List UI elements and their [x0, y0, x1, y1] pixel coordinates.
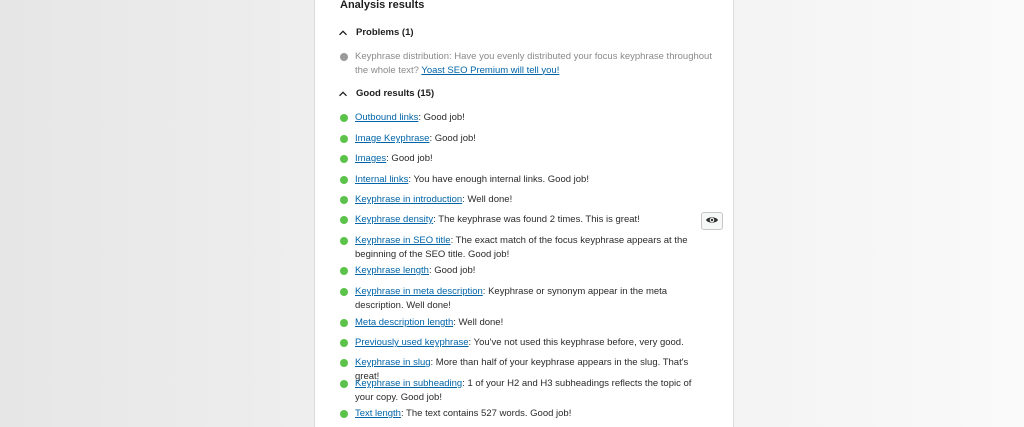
result-text: : The text contains 527 words. Good job! — [400, 408, 572, 419]
result-item: Image Keyphrase: Good job! — [340, 132, 712, 146]
status-dot — [340, 176, 348, 184]
result-link[interactable]: Keyphrase in slug — [355, 357, 431, 368]
result-link[interactable]: Outbound links — [355, 112, 418, 123]
result-item: Meta description length: Well done! — [340, 316, 712, 330]
result-item: Keyphrase in subheading: 1 of your H2 an… — [340, 377, 712, 404]
result-text: : Good job! — [418, 112, 465, 123]
result-link[interactable]: Keyphrase in SEO title — [355, 235, 451, 246]
problems-section-toggle[interactable]: Problems (1) — [338, 27, 414, 39]
result-text: : Good job! — [428, 265, 476, 276]
status-dot — [340, 114, 348, 122]
status-dot — [340, 196, 348, 204]
status-dot — [340, 53, 348, 61]
result-link[interactable]: Keyphrase density — [355, 214, 433, 225]
result-link[interactable]: Meta description length — [355, 317, 453, 328]
result-link[interactable]: Image Keyphrase — [355, 133, 429, 144]
status-dot — [340, 380, 348, 388]
result-item: Keyphrase in introduction: Well done! — [340, 193, 712, 207]
good-results-header: Good results (15) — [356, 88, 435, 99]
chevron-up-icon — [338, 89, 348, 99]
result-item: Outbound links: Good job! — [340, 111, 712, 125]
result-item: Text length: The text contains 527 words… — [340, 407, 712, 421]
status-dot — [340, 359, 348, 367]
result-link[interactable]: Keyphrase length — [355, 265, 429, 276]
result-link[interactable]: Keyphrase in meta description — [355, 286, 483, 297]
status-dot — [340, 339, 348, 347]
status-dot — [340, 216, 348, 224]
chevron-up-icon — [338, 28, 348, 38]
result-item: Keyphrase in meta description: Keyphrase… — [340, 285, 712, 312]
result-link[interactable]: Previously used keyphrase — [355, 337, 469, 348]
highlight-keyphrase-button[interactable] — [701, 212, 723, 230]
status-dot — [340, 155, 348, 163]
result-text: : The keyphrase was found 2 times. This … — [433, 214, 640, 225]
status-dot — [340, 237, 348, 245]
result-link[interactable]: Internal links — [355, 174, 408, 185]
result-item: Images: Good job! — [340, 152, 712, 166]
result-text: : Good job! — [386, 153, 433, 164]
result-item: Previously used keyphrase: You've not us… — [340, 336, 712, 350]
status-dot — [340, 410, 348, 418]
result-item: Keyphrase in SEO title: The exact match … — [340, 234, 712, 261]
result-link[interactable]: Images — [355, 153, 386, 164]
result-link[interactable]: Text length — [355, 408, 401, 419]
result-item: Keyphrase length: Good job! — [340, 264, 712, 278]
status-dot — [340, 319, 348, 327]
result-text: : Well done! — [462, 194, 513, 205]
panel-title: Analysis results — [340, 0, 425, 11]
result-text: : You've not used this keyphrase before,… — [468, 337, 684, 348]
result-text: : You have enough internal links. Good j… — [408, 174, 589, 185]
premium-link[interactable]: Yoast SEO Premium will tell you! — [421, 65, 559, 76]
status-dot — [340, 135, 348, 143]
eye-icon — [705, 212, 719, 230]
problem-item: Keyphrase distribution: Have you evenly … — [340, 50, 712, 77]
problems-header: Problems (1) — [356, 27, 414, 38]
result-item: Keyphrase density: The keyphrase was fou… — [340, 213, 712, 227]
result-link[interactable]: Keyphrase in introduction — [355, 194, 462, 205]
result-link[interactable]: Keyphrase in subheading — [355, 378, 462, 389]
status-dot — [340, 267, 348, 275]
result-text: : Good job! — [429, 133, 476, 144]
result-item: Internal links: You have enough internal… — [340, 173, 712, 187]
analysis-panel: Analysis results Problems (1) Keyphrase … — [314, 0, 734, 427]
status-dot — [340, 288, 348, 296]
result-text: : Well done! — [453, 317, 504, 328]
good-results-section-toggle[interactable]: Good results (15) — [338, 88, 434, 100]
